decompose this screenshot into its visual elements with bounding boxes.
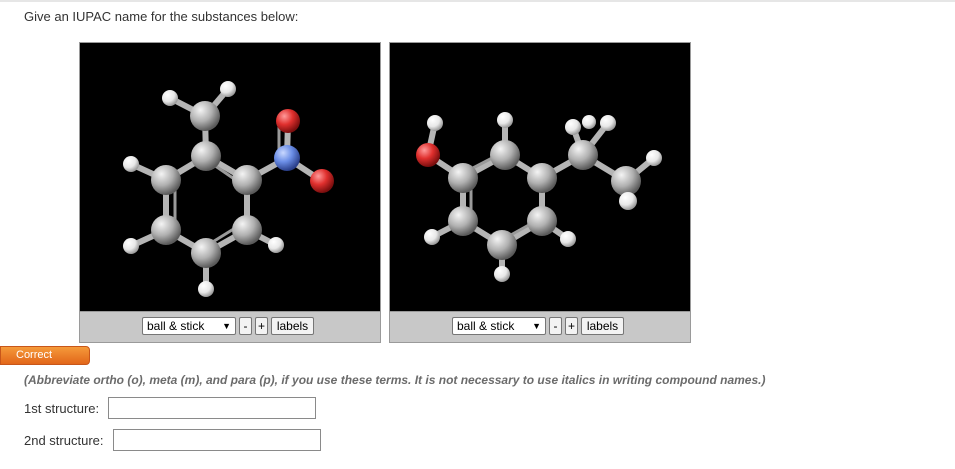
- viewer-1-zoom-out-button[interactable]: -: [239, 317, 252, 335]
- viewer-2-style-value: ball & stick: [457, 319, 515, 333]
- molecule-viewer-2[interactable]: ball & stick ▼ - + labels: [389, 42, 691, 343]
- viewer-2-labels-button[interactable]: labels: [581, 317, 624, 335]
- status-badge: Correct: [0, 346, 90, 365]
- field-label-1: 1st structure:: [24, 401, 100, 416]
- viewer-2-controls: ball & stick ▼ - + labels: [390, 311, 690, 342]
- viewer-1-style-value: ball & stick: [147, 319, 205, 333]
- second-structure-input[interactable]: [113, 429, 321, 451]
- molecule-2-3d-model[interactable]: [390, 43, 690, 313]
- instruction-hint: (Abbreviate ortho (o), meta (m), and par…: [24, 373, 766, 387]
- field-label-2: 2nd structure:: [24, 433, 104, 448]
- top-divider: [0, 0, 955, 2]
- viewer-2-zoom-in-button[interactable]: +: [565, 317, 578, 335]
- viewer-1-controls: ball & stick ▼ - + labels: [80, 311, 380, 342]
- molecule-viewer-1[interactable]: ball & stick ▼ - + labels: [79, 42, 381, 343]
- molecule-1-3d-model[interactable]: [80, 43, 380, 313]
- viewer-2-zoom-out-button[interactable]: -: [549, 317, 562, 335]
- viewer-1-labels-button[interactable]: labels: [271, 317, 314, 335]
- chevron-down-icon: ▼: [222, 321, 231, 331]
- viewer-1-zoom-in-button[interactable]: +: [255, 317, 268, 335]
- viewer-2-style-select[interactable]: ball & stick ▼: [452, 317, 546, 335]
- chevron-down-icon: ▼: [532, 321, 541, 331]
- first-structure-input[interactable]: [108, 397, 316, 419]
- question-text: Give an IUPAC name for the substances be…: [24, 9, 299, 24]
- viewer-1-style-select[interactable]: ball & stick ▼: [142, 317, 236, 335]
